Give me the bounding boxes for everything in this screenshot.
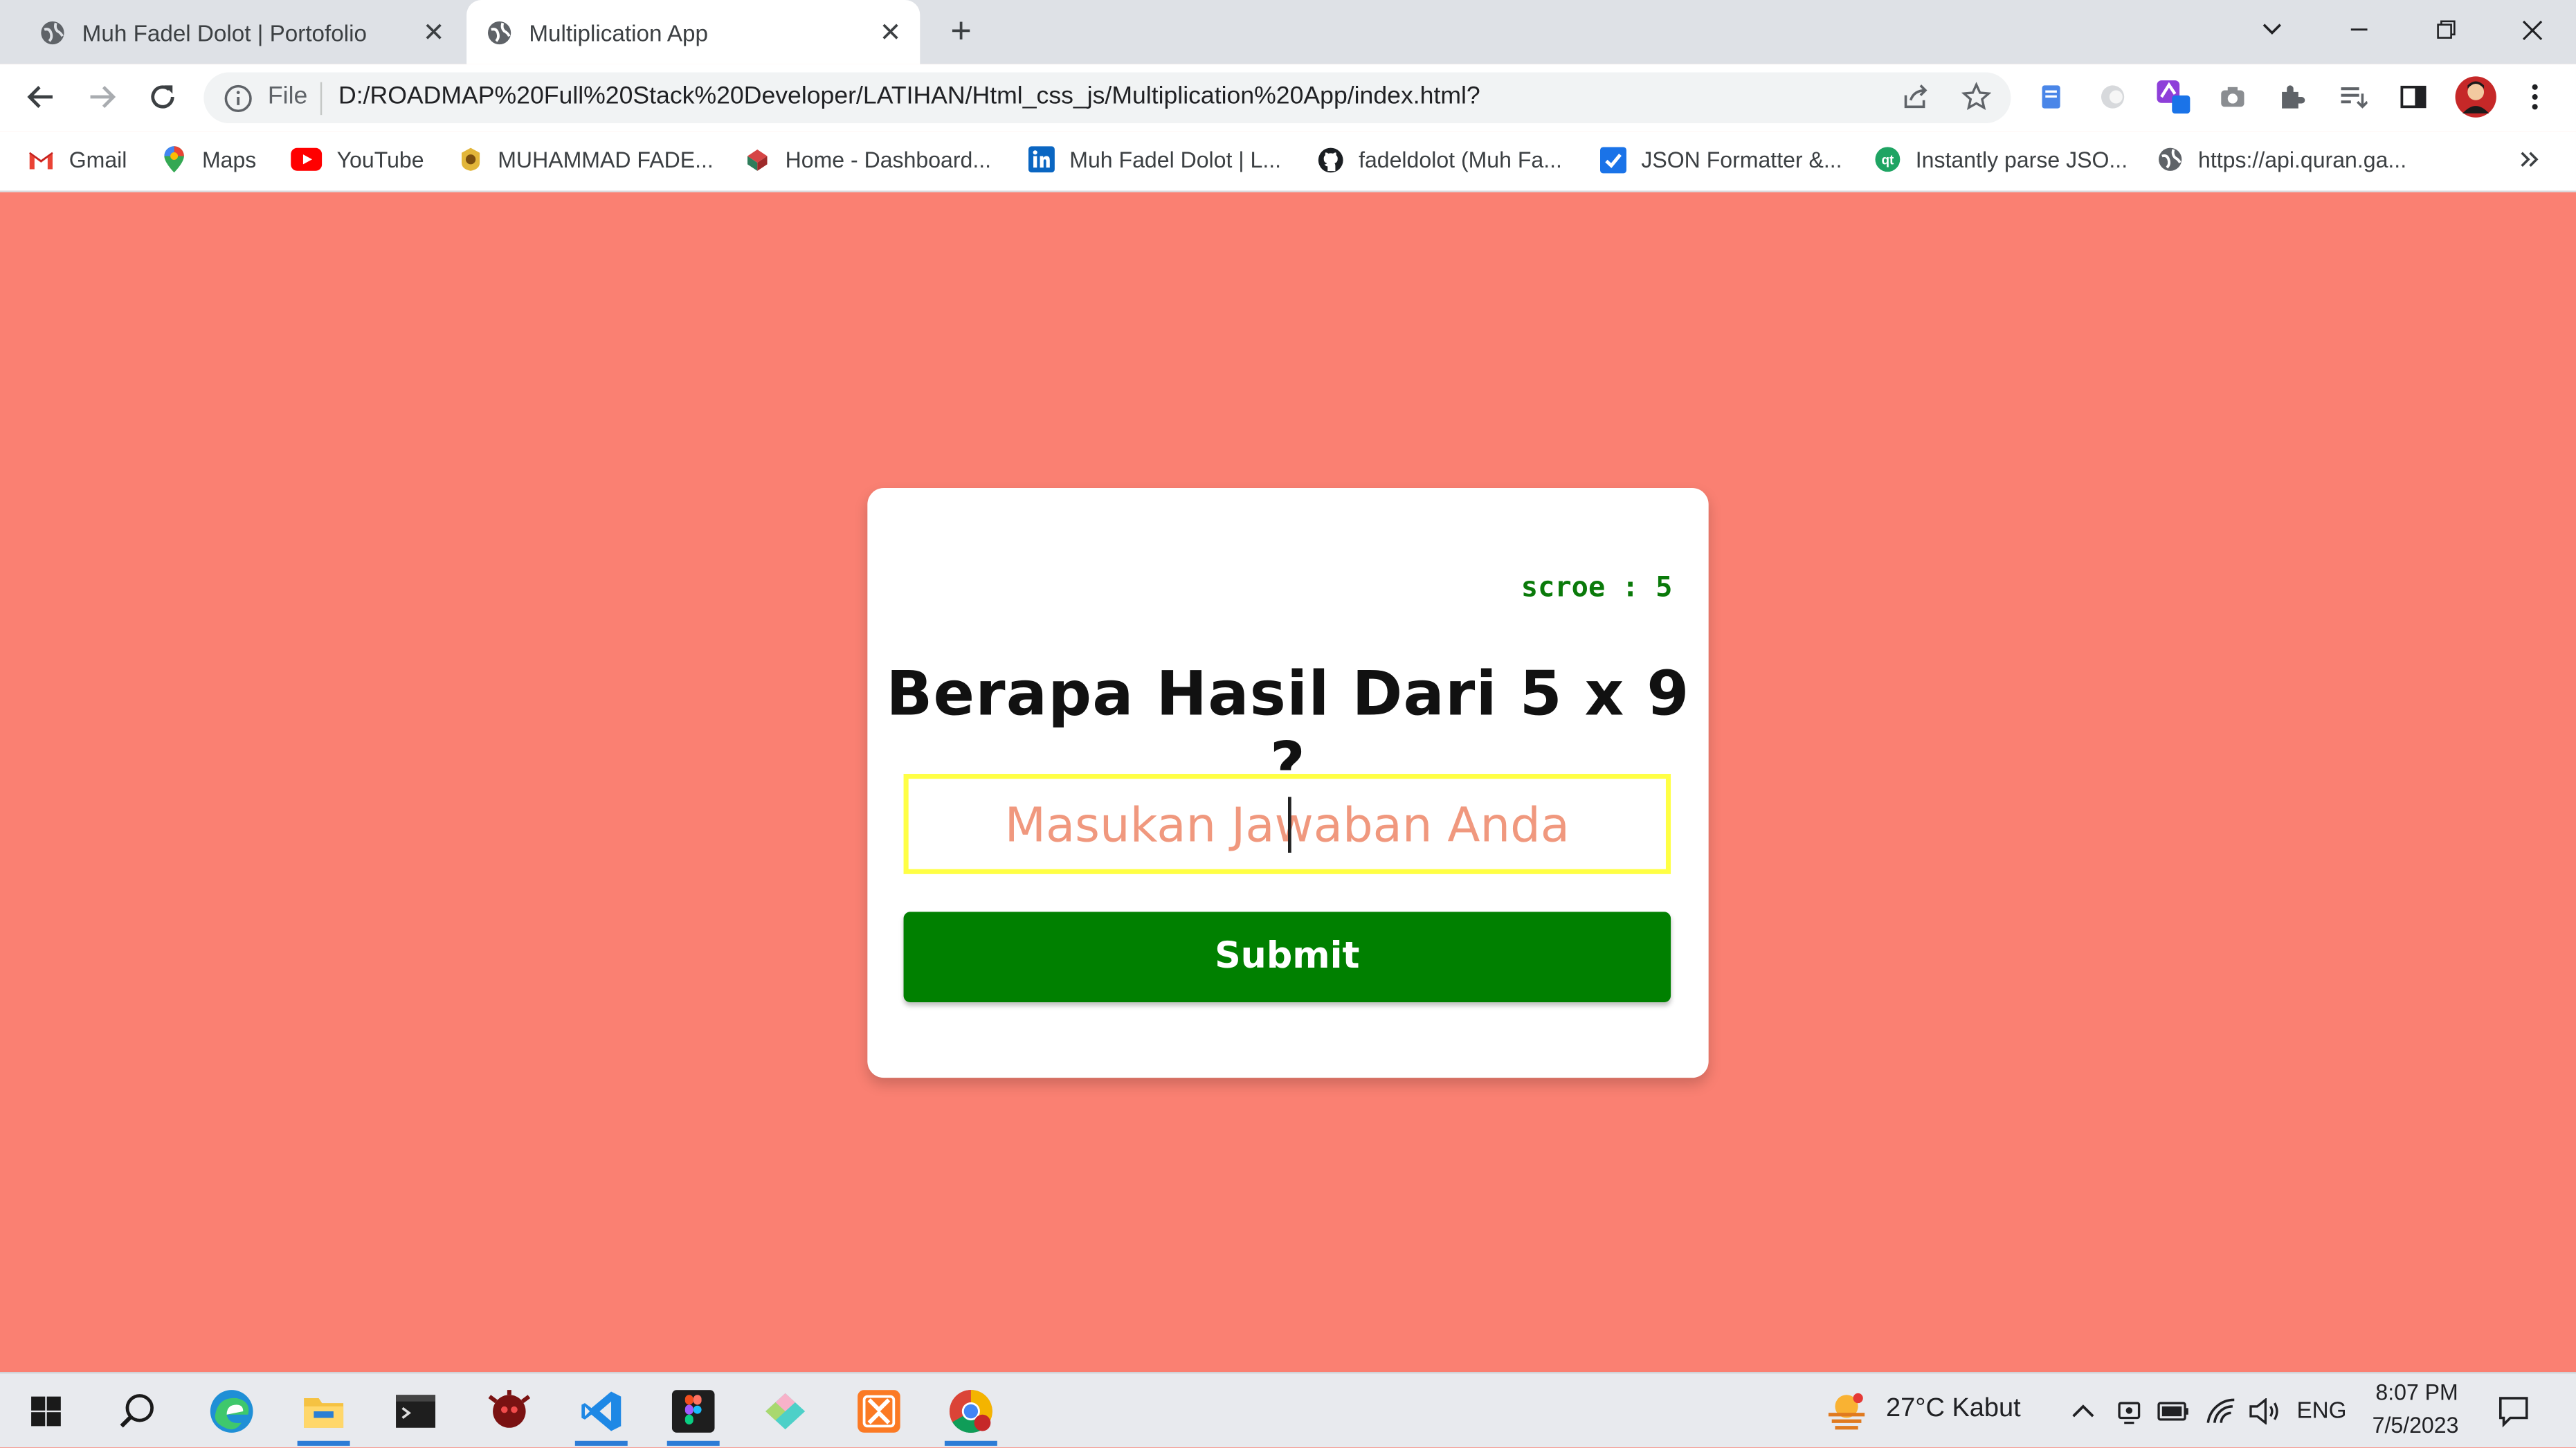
svg-text:qt: qt: [1881, 154, 1894, 168]
bookmark-label: Muh Fadel Dolot | L...: [1069, 147, 1282, 172]
globe-icon: [487, 20, 511, 44]
address-scheme-label: File: [267, 82, 308, 111]
close-tab-icon[interactable]: ✕: [417, 16, 450, 48]
close-tab-icon[interactable]: ✕: [874, 16, 907, 48]
submit-button[interactable]: Submit: [903, 912, 1671, 1002]
text-caret: [1287, 797, 1291, 853]
forward-button[interactable]: [79, 74, 125, 120]
check-icon: [1600, 146, 1626, 173]
bookmark-github[interactable]: fadeldolot (Muh Fa...: [1318, 141, 1562, 177]
tab-portfolio[interactable]: Muh Fadel Dolot | Portofolio ✕: [19, 0, 463, 64]
tab-title: Multiplication App: [529, 19, 708, 46]
minimize-button[interactable]: [2318, 0, 2400, 59]
extension-purple-icon[interactable]: [2155, 79, 2191, 115]
share-icon[interactable]: [1898, 79, 1934, 115]
profile-avatar[interactable]: [2454, 75, 2497, 118]
badge-icon: [457, 146, 483, 172]
volume-icon[interactable]: [2242, 1377, 2285, 1446]
weather-text[interactable]: 27°C Kabut: [1886, 1395, 2021, 1424]
more-bookmarks-icon[interactable]: [2520, 141, 2539, 177]
extensions-puzzle-icon[interactable]: [2274, 79, 2310, 115]
search-icon[interactable]: [102, 1377, 174, 1446]
figma-icon[interactable]: [657, 1377, 729, 1446]
globe-icon: [41, 20, 64, 44]
answer-input[interactable]: [903, 774, 1671, 874]
globe-icon: [2157, 146, 2184, 172]
bookmark-label: https://api.quran.ga...: [2198, 147, 2407, 172]
info-icon[interactable]: [224, 84, 253, 114]
youtube-icon: [291, 146, 323, 172]
extension-docs-icon[interactable]: [2034, 79, 2070, 115]
tab-multiplication-app[interactable]: Multiplication App ✕: [466, 0, 920, 64]
more-menu-icon[interactable]: [2517, 79, 2553, 115]
tab-search-icon[interactable]: [2231, 0, 2314, 59]
bookmark-youtube[interactable]: YouTube: [291, 141, 424, 177]
reading-list-icon[interactable]: [2334, 79, 2370, 115]
reload-button[interactable]: [140, 74, 185, 120]
meet-now-icon[interactable]: [2107, 1377, 2150, 1446]
bookmark-home-dashboard[interactable]: Home - Dashboard...: [744, 141, 991, 177]
terminal-icon[interactable]: [379, 1377, 451, 1446]
notifications-icon[interactable]: [2480, 1377, 2546, 1446]
bookmark-maps[interactable]: Maps: [161, 141, 257, 177]
bookmark-label: JSON Formatter &...: [1641, 147, 1842, 172]
qt-icon: qt: [1874, 146, 1901, 172]
score-label: scroe : 5: [1521, 572, 1673, 605]
arrow-left-icon: [27, 86, 53, 108]
bookmark-label: Instantly parse JSO...: [1915, 147, 2128, 172]
maps-icon: [161, 146, 188, 173]
extension-circle-icon[interactable]: [2094, 79, 2130, 115]
restore-button[interactable]: [2405, 0, 2487, 59]
arrow-right-icon: [90, 86, 116, 108]
github-icon: [1318, 146, 1344, 172]
tab-title: Muh Fadel Dolot | Portofolio: [82, 19, 368, 46]
new-tab-button[interactable]: +: [940, 10, 983, 53]
weather-icon[interactable]: [1817, 1377, 1876, 1446]
bookmark-star-icon[interactable]: [1958, 79, 1994, 115]
game-app-icon[interactable]: [473, 1377, 545, 1446]
back-button[interactable]: [18, 74, 64, 120]
gitkraken-icon[interactable]: [749, 1377, 821, 1446]
file-explorer-icon[interactable]: [287, 1377, 359, 1446]
side-panel-icon[interactable]: [2395, 79, 2431, 115]
wifi-icon[interactable]: [2199, 1377, 2242, 1446]
address-divider: [320, 82, 323, 116]
bookmark-linkedin[interactable]: Muh Fadel Dolot | L...: [1028, 141, 1281, 177]
language-indicator[interactable]: ENG: [2296, 1397, 2346, 1423]
bookmark-label: MUHAMMAD FADE...: [498, 147, 714, 172]
bookmark-label: Gmail: [69, 147, 127, 172]
bookmark-muhammad-fade[interactable]: MUHAMMAD FADE...: [457, 141, 714, 177]
battery-icon[interactable]: [2152, 1377, 2195, 1446]
vscode-icon[interactable]: [565, 1377, 637, 1446]
windows-start-icon[interactable]: [10, 1377, 82, 1446]
dashboard-icon: [744, 146, 770, 172]
clock-time[interactable]: 8:07 PM: [2375, 1380, 2458, 1405]
camera-icon[interactable]: [2215, 79, 2251, 115]
gmail-icon: [28, 146, 54, 172]
bookmark-gmail[interactable]: Gmail: [28, 141, 127, 177]
chevron-up-icon[interactable]: [2060, 1377, 2106, 1446]
xampp-icon[interactable]: [843, 1377, 915, 1446]
quiz-card: scroe : 5 Berapa Hasil Dari 5 x 9 ? Subm…: [867, 487, 1709, 1078]
reload-icon: [151, 85, 174, 109]
edge-icon[interactable]: [195, 1377, 267, 1446]
chrome-icon[interactable]: [935, 1377, 1007, 1446]
bookmark-label: YouTube: [336, 147, 424, 172]
bookmark-label: Maps: [201, 147, 257, 172]
bookmark-label: Home - Dashboard...: [785, 147, 992, 172]
bookmark-parse-json[interactable]: qt Instantly parse JSO...: [1874, 141, 2128, 177]
bookmark-label: fadeldolot (Muh Fa...: [1359, 147, 1562, 172]
bookmark-api-quran[interactable]: https://api.quran.ga...: [2157, 141, 2406, 177]
bookmark-json-formatter[interactable]: JSON Formatter &...: [1600, 141, 1842, 177]
linkedin-icon: [1028, 146, 1055, 173]
clock-date[interactable]: 7/5/2023: [2373, 1413, 2459, 1438]
address-url[interactable]: D:/ROADMAP%20Full%20Stack%20Developer/LA…: [338, 82, 1480, 110]
close-window-button[interactable]: [2491, 0, 2573, 59]
